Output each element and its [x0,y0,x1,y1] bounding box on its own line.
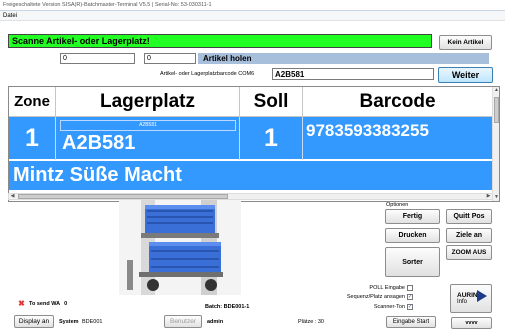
barcode-label: Artikel- oder Lagerplatzbarcode COM6 [160,71,255,77]
lagerplatz-value: A2B581 [62,132,136,154]
platze-count: Plätze : 30 [298,319,324,325]
system-value: BDE001 [82,319,103,325]
quitt-pos-button[interactable]: Quitt Pos [446,209,492,224]
scroll-down-icon[interactable]: ▼ [493,194,499,201]
options-title: Optionen [386,202,409,208]
eingabe-start-button[interactable]: Eingabe Start [386,316,436,328]
window-title: Freigeschaltete Version SISA(R)-Batchmas… [0,0,505,11]
cell-soll: 1 [240,117,303,160]
batch-label: Batch: BDE001-1 [205,304,250,310]
vertical-scrollbar[interactable]: ▲ ▼ [492,87,499,201]
weiter-button[interactable]: Weiter [438,67,493,83]
benutzer-button[interactable]: Benutzer [164,315,202,328]
sequenz-option[interactable]: Sequenz/Platz ansagen ✓ [347,294,413,300]
to-send-label: To send WA [29,300,61,307]
horizontal-scrollbar[interactable]: ◀ ▶ [8,193,493,200]
table-row-article-name[interactable]: Mintz Süße Macht [9,161,493,190]
system-label: System [59,319,79,325]
vvvv-button[interactable]: vvvv [451,317,492,329]
hscroll-thumb[interactable] [18,194,228,199]
artikel-holen-label: Artikel holen [198,53,489,64]
scanner-ton-checkbox[interactable]: ✓ [407,304,413,310]
error-x-icon: ✖ [18,299,25,308]
table-row[interactable]: 1 A2B581 A2B581 1 9783593383255 [9,117,493,160]
scroll-right-icon[interactable]: ▶ [485,193,492,200]
sorter-button[interactable]: Sorter [385,247,440,277]
scroll-up-icon[interactable]: ▲ [493,87,499,94]
crates-on-cart-image [119,200,241,295]
poll-eingabe-checkbox[interactable] [407,285,413,291]
cell-zone: 1 [9,117,56,160]
status-message: Scanne Artikel- oder Lagerplatz! [8,34,432,48]
info-label: Info [457,299,468,305]
poll-eingabe-label: POLL Eingabe [369,285,405,291]
table-header: Zone Lagerplatz Soll Barcode [9,87,493,117]
article-name: Mintz Süße Macht [13,164,182,186]
sequenz-checkbox[interactable]: ✓ [407,294,413,300]
header-lagerplatz[interactable]: Lagerplatz [56,87,240,117]
poll-eingabe-option[interactable]: POLL Eingabe [369,285,413,291]
aurin-label: AURIN [457,292,478,299]
menu-bar: Datei [0,11,505,21]
user-name: admin [207,319,224,325]
mouse-cursor-icon [477,290,487,302]
header-soll[interactable]: Soll [240,87,303,117]
cell-barcode: 9783593383255 [306,121,429,140]
drucken-button[interactable]: Drucken [385,228,440,243]
header-barcode[interactable]: Barcode [303,87,493,117]
to-send-status: ✖ To send WA 0 [18,299,68,308]
sequenz-label: Sequenz/Platz ansagen [346,294,405,300]
ziele-an-button[interactable]: Ziele an [446,228,492,243]
zoom-aus-button[interactable]: ZOOM AUS [446,245,492,260]
menu-item-datei[interactable]: Datei [3,13,17,19]
scroll-left-icon[interactable]: ◀ [9,193,16,200]
article-photo [119,200,241,295]
to-send-count: 0 [64,300,68,307]
kein-artikel-button[interactable]: Kein Artikel [439,35,492,50]
cell-lagerplatz: A2B581 A2B581 [56,117,240,160]
scanner-ton-option[interactable]: Scanner-Ton ✓ [374,304,413,310]
pick-table: Zone Lagerplatz Soll Barcode 1 A2B581 A2… [8,86,500,202]
scroll-thumb[interactable] [494,97,499,123]
barcode-input[interactable]: A2B581 [272,68,434,80]
scanner-ton-label: Scanner-Ton [373,304,405,310]
display-an-button[interactable]: Display an [14,315,54,328]
lagerplatz-sublabel: A2B581 [60,120,236,131]
count-field-1[interactable]: 0 [60,53,135,64]
count-field-2[interactable]: 0 [144,53,196,64]
fertig-button[interactable]: Fertig [385,209,440,224]
header-zone[interactable]: Zone [9,87,56,117]
